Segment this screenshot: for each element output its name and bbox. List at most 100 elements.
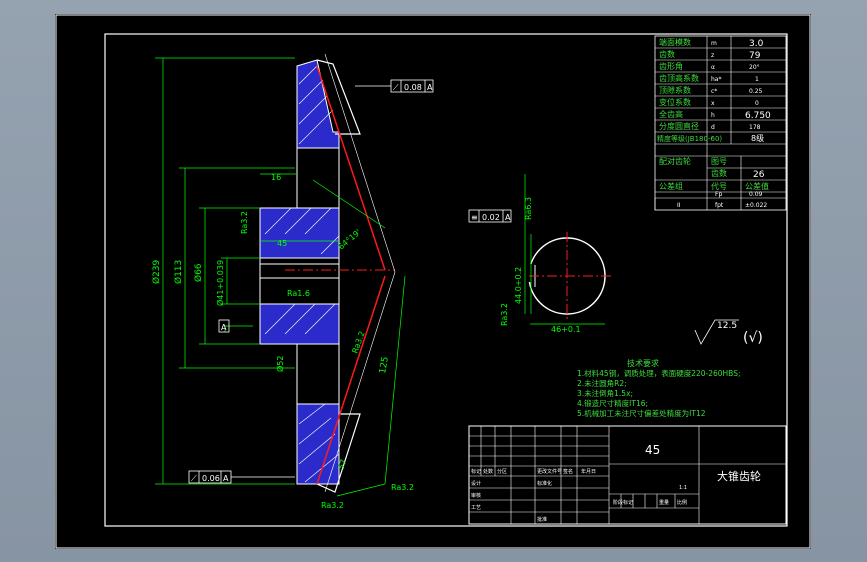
ra32-cone: Ra3.2 bbox=[391, 483, 414, 492]
svg-text:≡: ≡ bbox=[471, 213, 478, 222]
dim-125: 125 bbox=[378, 356, 391, 375]
svg-text:1.材料45钢，调质处理，表面硬度220-260HBS;: 1.材料45钢，调质处理，表面硬度220-260HBS; bbox=[577, 368, 740, 378]
svg-text:重量: 重量 bbox=[659, 499, 669, 506]
svg-text:比例: 比例 bbox=[677, 499, 687, 506]
ra32-key: Ra3.2 bbox=[500, 303, 509, 326]
dim-key-depth: 44.0+0.2 bbox=[514, 267, 523, 304]
svg-text:审核: 审核 bbox=[471, 492, 481, 499]
drawing-svg: Ø239 Ø113 Ø66 Ø41+0.039 Ø52 16 45 Ra1.6 … bbox=[55, 14, 811, 549]
roughness-symbol: 12.5 (√) bbox=[694, 319, 763, 346]
svg-text:图号: 图号 bbox=[711, 157, 727, 166]
dim-d239: Ø239 bbox=[151, 259, 162, 284]
svg-text:(√): (√) bbox=[743, 330, 763, 346]
params-table: 端面模数 齿数 齿形角 齿顶高系数 顶隙系数 变位系数 全齿高 分度圆直径 精度… bbox=[654, 35, 787, 211]
svg-text:3.未注倒角1.5x;: 3.未注倒角1.5x; bbox=[577, 388, 633, 398]
svg-text:A: A bbox=[221, 323, 227, 332]
svg-text:79: 79 bbox=[749, 51, 761, 61]
web-lower-cut bbox=[296, 343, 340, 405]
dim-d52: Ø52 bbox=[275, 356, 285, 372]
svg-text:公差组: 公差组 bbox=[659, 181, 683, 191]
svg-text:6.750: 6.750 bbox=[745, 111, 771, 121]
drawing-canvas[interactable]: Ø239 Ø113 Ø66 Ø41+0.039 Ø52 16 45 Ra1.6 … bbox=[55, 14, 811, 549]
svg-text:标记: 标记 bbox=[471, 468, 481, 475]
dim-angle: 64°19' bbox=[337, 228, 363, 252]
svg-text:设计: 设计 bbox=[471, 480, 481, 487]
svg-text:x: x bbox=[711, 100, 715, 107]
svg-text:A: A bbox=[427, 83, 433, 92]
hub-lower-section bbox=[259, 303, 340, 345]
svg-text:8级: 8级 bbox=[751, 133, 764, 143]
svg-text:阶段标记: 阶段标记 bbox=[613, 499, 633, 506]
svg-text:全齿高: 全齿高 bbox=[659, 109, 683, 119]
title-block: 45 大锥齿轮 标记 处数 分区 更改文件号 签名 年月日 阶段标记 重量 比例… bbox=[468, 425, 787, 525]
material-cell: 45 bbox=[645, 443, 660, 457]
svg-text:h: h bbox=[711, 112, 715, 119]
svg-text:12.5: 12.5 bbox=[717, 321, 737, 331]
svg-text:配对齿轮: 配对齿轮 bbox=[659, 156, 691, 166]
svg-text:齿数: 齿数 bbox=[711, 168, 727, 178]
svg-text:0.02: 0.02 bbox=[482, 213, 500, 222]
svg-text:A: A bbox=[223, 474, 229, 483]
svg-text:0.08: 0.08 bbox=[404, 83, 422, 92]
dim-w16: 16 bbox=[271, 173, 281, 182]
svg-text:2.未注圆角R2;: 2.未注圆角R2; bbox=[577, 378, 627, 388]
svg-text:代号: 代号 bbox=[711, 181, 727, 191]
part-name: 大锥齿轮 bbox=[717, 469, 761, 483]
svg-text:⟋: ⟋ bbox=[191, 474, 197, 483]
svg-text:Fp: Fp bbox=[715, 191, 722, 198]
svg-text:0.06: 0.06 bbox=[202, 474, 220, 483]
svg-text:II: II bbox=[677, 202, 681, 209]
dim-w45: 45 bbox=[277, 239, 287, 248]
ra16-label: Ra1.6 bbox=[287, 289, 310, 298]
tol-frame-bottom: ⟋ 0.06 A bbox=[188, 470, 295, 484]
outer-frame bbox=[55, 14, 811, 549]
ra32-bottom: Ra3.2 bbox=[321, 501, 344, 510]
svg-text:5.机械加工未注尺寸偏差处精度为IT12: 5.机械加工未注尺寸偏差处精度为IT12 bbox=[577, 408, 706, 418]
svg-text:更改文件号: 更改文件号 bbox=[537, 468, 562, 475]
ra32-tooth: Ra3.2 bbox=[350, 330, 366, 355]
svg-text:178: 178 bbox=[749, 124, 761, 131]
svg-text:分度圆直径: 分度圆直径 bbox=[659, 121, 699, 131]
svg-text:A: A bbox=[505, 213, 511, 222]
svg-text:齿形角: 齿形角 bbox=[659, 61, 683, 71]
svg-text:α: α bbox=[711, 64, 715, 71]
svg-text:⟋: ⟋ bbox=[393, 83, 399, 92]
web-upper-cut bbox=[296, 147, 340, 209]
svg-text:c*: c* bbox=[711, 88, 717, 95]
svg-text:公差值: 公差值 bbox=[745, 181, 769, 191]
hub-upper-section bbox=[259, 207, 340, 259]
ra32-hub: Ra3.2 bbox=[240, 211, 249, 234]
svg-text:z: z bbox=[711, 52, 714, 59]
svg-text:fpt: fpt bbox=[715, 202, 724, 209]
ra63-key: Ra6.3 bbox=[524, 197, 533, 220]
svg-text:批准: 批准 bbox=[537, 516, 547, 523]
tech-req-title: 技术要求 bbox=[627, 358, 659, 368]
svg-text:m: m bbox=[711, 40, 717, 47]
svg-text:齿数: 齿数 bbox=[659, 49, 675, 59]
svg-text:1: 1 bbox=[755, 76, 759, 83]
keyway-section bbox=[524, 174, 611, 325]
dim-d41: Ø41+0.039 bbox=[215, 260, 225, 306]
svg-text:标准化: 标准化 bbox=[537, 480, 552, 487]
svg-text:1:1: 1:1 bbox=[679, 485, 687, 491]
key-tol-frame: ≡ 0.02 A bbox=[468, 209, 512, 223]
svg-text:ha*: ha* bbox=[711, 76, 721, 83]
svg-text:工艺: 工艺 bbox=[471, 505, 481, 511]
svg-text:签名: 签名 bbox=[563, 468, 573, 475]
svg-text:3.0: 3.0 bbox=[749, 39, 764, 49]
dim-57: 57 bbox=[336, 458, 348, 471]
cad-viewport[interactable]: Ø239 Ø113 Ø66 Ø41+0.039 Ø52 16 45 Ra1.6 … bbox=[0, 0, 867, 562]
svg-text:±0.022: ±0.022 bbox=[745, 202, 767, 209]
svg-text:精度等级(JB180-60): 精度等级(JB180-60) bbox=[657, 134, 722, 143]
dim-d66: Ø66 bbox=[193, 263, 204, 282]
tol-frame-top: ⟋ 0.08 A bbox=[355, 79, 434, 93]
gear-section bbox=[259, 53, 396, 493]
svg-text:0.25: 0.25 bbox=[749, 88, 763, 95]
svg-text:处数: 处数 bbox=[483, 468, 493, 475]
svg-text:年月日: 年月日 bbox=[581, 468, 596, 475]
svg-text:4.锻造尺寸精度IT16;: 4.锻造尺寸精度IT16; bbox=[577, 398, 648, 408]
svg-text:变位系数: 变位系数 bbox=[659, 97, 691, 107]
svg-text:d: d bbox=[711, 124, 715, 131]
svg-text:顶隙系数: 顶隙系数 bbox=[659, 85, 691, 95]
svg-text:端面模数: 端面模数 bbox=[659, 37, 691, 47]
